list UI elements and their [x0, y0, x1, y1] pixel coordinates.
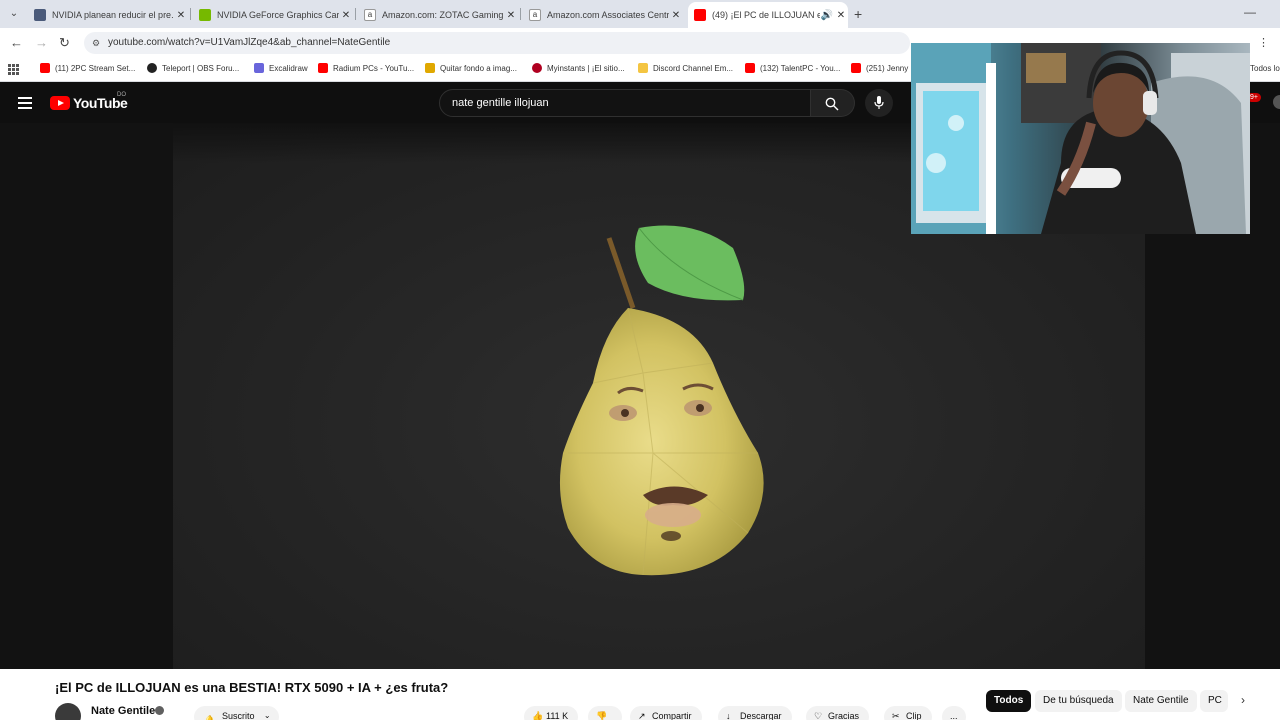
youtube-logo[interactable]: YouTube DO — [50, 92, 128, 111]
scissors-icon: ✂ — [892, 711, 900, 720]
bookmark-item[interactable]: Excalidraw — [254, 63, 308, 73]
search-input[interactable]: nate gentille illojuan — [439, 89, 811, 117]
youtube-favicon-icon — [694, 9, 706, 21]
microphone-icon — [874, 96, 884, 109]
like-button[interactable]: 👍 111 K — [524, 706, 579, 720]
thanks-button[interactable]: ♡ Gracias — [806, 706, 870, 720]
minimize-window-icon[interactable]: — — [1244, 5, 1256, 19]
youtube-favicon-icon — [40, 63, 50, 73]
youtube-favicon-icon — [318, 63, 328, 73]
channel-avatar[interactable] — [55, 703, 81, 720]
tab-title: Amazon.com: ZOTAC Gaming G... — [382, 10, 504, 20]
close-tab-icon[interactable]: ✕ — [504, 10, 518, 21]
tab-search-icon[interactable]: ⌄ — [6, 6, 22, 22]
thumbs-up-icon: 👍 — [532, 711, 544, 720]
tab-title: (49) ¡El PC de ILLOJUAN es... — [712, 10, 820, 20]
back-icon[interactable]: ← — [10, 35, 23, 50]
pear-leaf — [635, 225, 745, 301]
bookmark-item[interactable]: Myinstants | ¡El sitio... — [532, 63, 625, 73]
tab-title: NVIDIA GeForce Graphics Card... — [217, 10, 339, 20]
bookmark-item[interactable]: (11) 2PC Stream Set... — [40, 63, 135, 73]
myinstants-favicon-icon — [532, 63, 542, 73]
excalidraw-favicon-icon — [254, 63, 264, 73]
bookmark-item[interactable]: Quitar fondo a imag... — [425, 63, 517, 73]
webcam-scene — [911, 43, 1250, 234]
youtube-play-icon — [50, 96, 70, 110]
browser-tab-bar: ⌄ NVIDIA planean reducir el pre... ✕ NVI… — [0, 0, 1280, 28]
share-button[interactable]: ↗ Compartir — [630, 706, 702, 720]
browser-tab[interactable]: a Amazon.com: ZOTAC Gaming G... ✕ — [358, 4, 518, 26]
channel-name[interactable]: Nate Gentile — [91, 705, 155, 717]
new-tab-icon[interactable]: + — [854, 6, 862, 22]
chip-pc[interactable]: PC — [1200, 690, 1228, 712]
youtube-favicon-icon — [745, 63, 755, 73]
forward-icon[interactable]: → — [35, 35, 48, 50]
amazon-favicon-icon: a — [529, 9, 541, 21]
account-avatar[interactable] — [1273, 95, 1280, 109]
video-info-panel: ¡El PC de ILLOJUAN es una BESTIA! RTX 50… — [0, 669, 1280, 720]
browser-tab-active[interactable]: (49) ¡El PC de ILLOJUAN es... 🔊 ✕ — [688, 2, 848, 28]
share-icon: ↗ — [638, 711, 646, 720]
close-tab-icon[interactable]: ✕ — [834, 10, 848, 21]
bookmark-item[interactable]: (132) TalentPC - You... — [745, 63, 840, 73]
nvidia-favicon-icon — [199, 9, 211, 21]
search-icon — [825, 97, 839, 111]
subscribed-button[interactable]: 🔔 Suscrito ⌄ — [194, 706, 279, 720]
youtube-favicon-icon — [851, 63, 861, 73]
site-info-icon[interactable]: ⚙ — [92, 32, 100, 54]
hamburger-menu-icon[interactable] — [18, 97, 32, 109]
reload-icon[interactable]: ↻ — [59, 35, 70, 51]
chip-todos[interactable]: Todos — [986, 690, 1032, 712]
thumbs-down-icon: 👎 — [596, 711, 608, 720]
verified-badge-icon — [155, 706, 164, 715]
close-tab-icon[interactable]: ✕ — [339, 10, 353, 21]
browser-menu-icon[interactable]: ⋮ — [1258, 36, 1269, 49]
bookmark-item[interactable]: Radium PCs - YouTu... — [318, 63, 414, 73]
url-text: youtube.com/watch?v=U1VamJlZqe4&ab_chann… — [108, 37, 391, 48]
search-button[interactable] — [811, 89, 855, 117]
close-tab-icon[interactable]: ✕ — [669, 10, 683, 21]
bookmark-item[interactable]: Discord Channel Em... — [638, 63, 733, 73]
chevron-right-icon[interactable]: › — [1241, 693, 1245, 707]
streamer-webcam-overlay — [911, 43, 1250, 234]
eye-favicon-icon — [425, 63, 435, 73]
download-button[interactable]: ↓ Descargar — [718, 706, 792, 720]
amazon-favicon-icon: a — [364, 9, 376, 21]
bookmark-item[interactable]: Teleport | OBS Foru... — [147, 63, 239, 73]
news-favicon-icon — [34, 9, 46, 21]
all-bookmarks-link[interactable]: Todos lo — [1250, 64, 1280, 73]
url-field[interactable]: ⚙ youtube.com/watch?v=U1VamJlZqe4&ab_cha… — [84, 32, 910, 54]
speaker-icon[interactable]: 🔊 — [820, 10, 834, 21]
download-icon: ↓ — [726, 711, 731, 720]
voice-search-button[interactable] — [865, 89, 893, 117]
tab-title: Amazon.com Associates Centra... — [547, 10, 669, 20]
chip-de-tu-busqueda[interactable]: De tu búsqueda — [1035, 690, 1122, 712]
browser-tab[interactable]: NVIDIA planean reducir el pre... ✕ — [28, 4, 188, 26]
more-actions-button[interactable]: ... — [942, 706, 966, 720]
browser-tab[interactable]: NVIDIA GeForce Graphics Card... ✕ — [193, 4, 353, 26]
thanks-heart-icon: ♡ — [814, 711, 823, 720]
bookmark-item[interactable]: (251) Jenny — [851, 63, 908, 73]
close-tab-icon[interactable]: ✕ — [174, 10, 188, 21]
chip-nate-gentile[interactable]: Nate Gentile — [1125, 690, 1197, 712]
video-title: ¡El PC de ILLOJUAN es una BESTIA! RTX 50… — [55, 680, 449, 695]
country-code: DO — [117, 92, 126, 98]
clip-button[interactable]: ✂ Clip — [884, 706, 932, 720]
pear-stem — [606, 237, 636, 309]
folder-icon — [638, 63, 648, 73]
dislike-button[interactable]: 👎 — [588, 706, 622, 720]
apps-grid-icon[interactable] — [8, 64, 20, 76]
browser-tab[interactable]: a Amazon.com Associates Centra... ✕ — [523, 4, 683, 26]
chevron-down-icon: ⌄ — [263, 711, 271, 720]
obs-favicon-icon — [147, 63, 157, 73]
tab-title: NVIDIA planean reducir el pre... — [52, 10, 174, 20]
bell-icon: 🔔 — [204, 715, 216, 720]
